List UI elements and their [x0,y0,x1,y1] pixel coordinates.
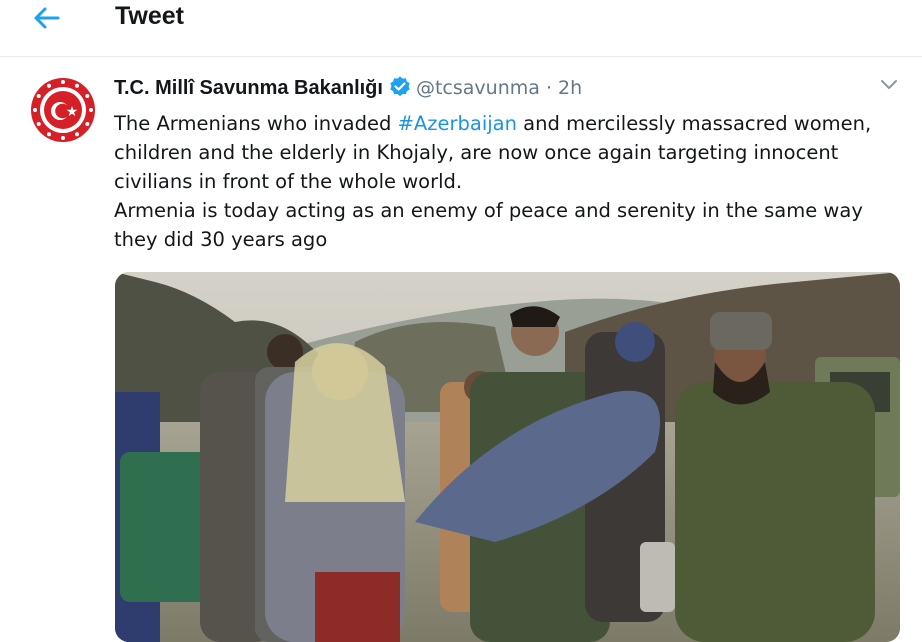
arrow-left-icon [34,7,60,29]
author-handle[interactable]: @tcsavunma [416,77,540,99]
tweet-paragraph-1: The Armenians who invaded #Azerbaijan an… [114,109,904,196]
tweet-paragraph-2: Armenia is today acting as an enemy of p… [114,199,863,251]
tweet-timestamp[interactable]: 2h [558,77,582,99]
back-button[interactable] [30,4,64,32]
tweet[interactable]: T.C. Millî Savunma Bakanlığı @tcsavunma ·… [0,57,922,642]
hashtag-link[interactable]: #Azerbaijan [398,112,517,135]
tweet-text: The Armenians who invaded #Azerbaijan an… [114,109,904,254]
author-name[interactable]: T.C. Millî Savunma Bakanlığı [114,77,383,99]
separator-dot: · [545,77,552,99]
avatar[interactable] [26,73,100,147]
tweet-menu-button[interactable] [876,75,902,95]
verified-badge-icon [388,75,412,99]
tweet-photo[interactable] [115,272,900,642]
chevron-down-icon [881,80,897,89]
tweet-text-before-hashtag: The Armenians who invaded [114,112,398,135]
photo [115,272,900,642]
page-header: Tweet [0,0,922,57]
ministry-emblem-icon [26,73,100,147]
page-title: Tweet [115,2,184,30]
tweet-header: T.C. Millî Savunma Bakanlığı @tcsavunma ·… [114,75,582,101]
